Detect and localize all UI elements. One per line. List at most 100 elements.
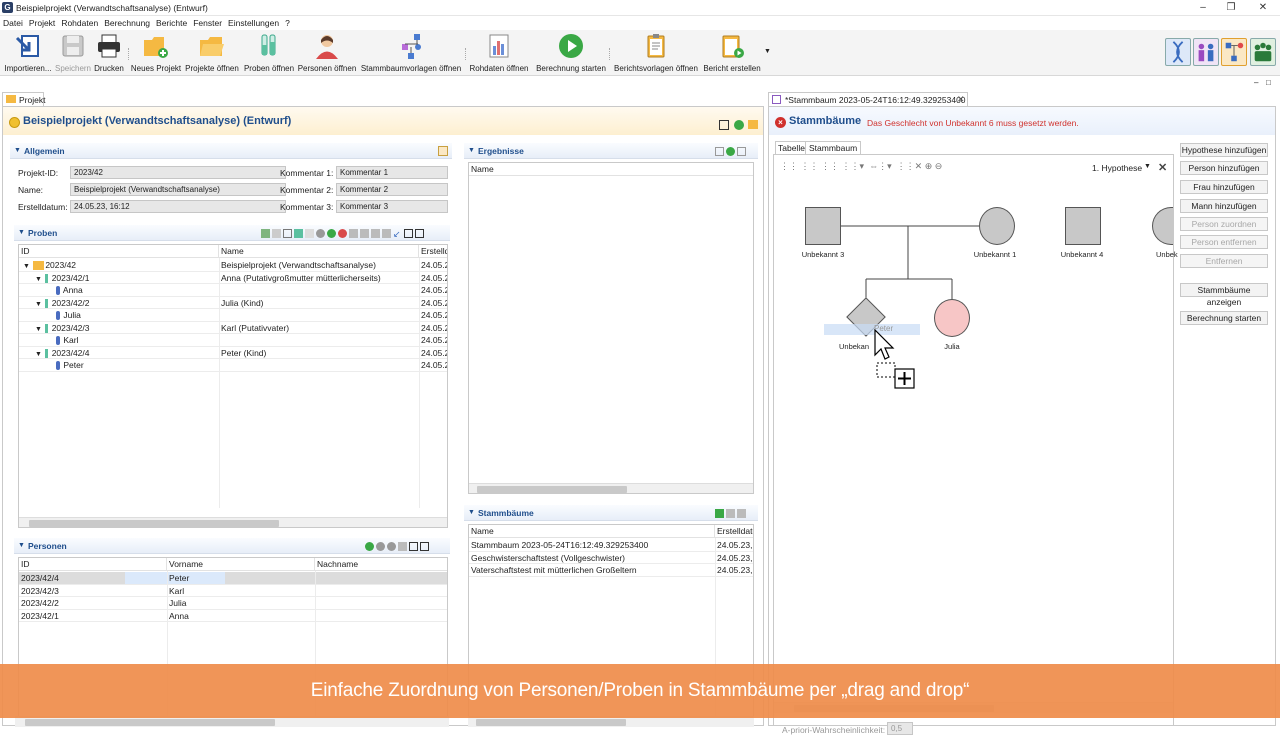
- name-field[interactable]: Beispielprojekt (Verwandtschaftsanalyse): [70, 183, 286, 196]
- perspective-persons-button[interactable]: [1193, 38, 1219, 66]
- col-id[interactable]: ID: [19, 558, 167, 571]
- perspective-dna-button[interactable]: [1165, 38, 1191, 66]
- toolbar-overflow-icon[interactable]: ▼: [764, 48, 771, 55]
- add-woman-button[interactable]: Frau hinzufügen: [1180, 180, 1268, 194]
- collapse-icon[interactable]: ▼: [35, 276, 42, 283]
- person-add-icon[interactable]: [365, 542, 374, 552]
- save-button[interactable]: Speichern: [54, 32, 92, 73]
- export-small-icon[interactable]: [415, 229, 424, 239]
- print-button[interactable]: Drucken: [92, 32, 126, 73]
- open-report-templates-button[interactable]: Berichtsvorlagen öffnen: [612, 32, 700, 73]
- add-sample-icon[interactable]: [261, 229, 270, 239]
- pedigree-canvas[interactable]: ⋮⋮ ⋮⋮ ⋮⋮ ⋮⋮▾ ⇔⋮▾ ⋮⋮✕ ⊕ ⊖ 1. Hypothese ▼ …: [773, 154, 1178, 726]
- col-name[interactable]: Name: [219, 245, 419, 258]
- col-lastname[interactable]: Nachname: [315, 558, 447, 571]
- pedigree-female-unbekannt1[interactable]: [979, 207, 1015, 245]
- maximize-button[interactable]: ❐: [1220, 1, 1242, 15]
- chart-icon[interactable]: [371, 229, 380, 239]
- scroll-thumb[interactable]: [477, 486, 627, 493]
- perspective-pedigree-button[interactable]: [1221, 38, 1247, 66]
- new-project-button[interactable]: Neues Projekt: [130, 32, 182, 73]
- general-section-header[interactable]: ▼ Allgemein: [10, 143, 452, 159]
- table-icon[interactable]: [737, 147, 746, 157]
- person-remove-icon[interactable]: [387, 542, 396, 552]
- close-tab-icon[interactable]: ✕: [957, 94, 965, 105]
- remove-icon[interactable]: [316, 229, 325, 239]
- calculate-icon[interactable]: [734, 120, 744, 130]
- menu-help[interactable]: ?: [282, 16, 293, 28]
- export-icon[interactable]: [719, 120, 729, 130]
- table-row[interactable]: Karl 24.05.23: [19, 334, 447, 347]
- collapse-icon[interactable]: ▼: [35, 301, 42, 308]
- open-rawdata-button[interactable]: Rohdaten öffnen: [468, 32, 530, 73]
- copy-icon[interactable]: [283, 229, 292, 239]
- collapse-icon[interactable]: ▼: [23, 263, 30, 270]
- export-small-icon[interactable]: [420, 542, 429, 552]
- remove-button[interactable]: Entfernen: [1180, 254, 1268, 268]
- menu-berechnung[interactable]: Berechnung: [101, 16, 153, 28]
- folder-status-icon[interactable]: [748, 120, 758, 129]
- table-row[interactable]: Vaterschaftstest mit mütterlichen Großel…: [469, 564, 753, 577]
- show-trees-button[interactable]: Stammbäume anzeigen: [1180, 283, 1268, 307]
- table-row[interactable]: Julia 24.05.23: [19, 309, 447, 322]
- perspective-groups-button[interactable]: [1250, 38, 1276, 66]
- table-row[interactable]: ▼ 2023/42 Beispielprojekt (Verwandtschaf…: [19, 259, 447, 272]
- sample-add-icon[interactable]: [294, 229, 303, 239]
- created-field[interactable]: 24.05.23, 16:12: [70, 200, 286, 213]
- tree-remove-icon[interactable]: [737, 509, 746, 519]
- tab-stammbaum-view[interactable]: Stammbaum: [805, 141, 862, 154]
- grid-alt-icon[interactable]: [382, 229, 391, 239]
- import-small-icon[interactable]: [409, 542, 418, 552]
- menu-berichte[interactable]: Berichte: [153, 16, 190, 28]
- project-id-field[interactable]: 2023/42: [70, 166, 286, 179]
- minimize-view-icon[interactable]: –: [1254, 78, 1258, 87]
- collapse-all-icon[interactable]: ↙: [393, 229, 402, 239]
- col-id[interactable]: ID: [19, 245, 219, 258]
- col-firstname[interactable]: Vorname: [167, 558, 315, 571]
- tab-projekt[interactable]: Projekt: [2, 92, 45, 106]
- tube-icon[interactable]: [305, 229, 314, 239]
- add-man-button[interactable]: Mann hinzufügen: [1180, 199, 1268, 213]
- add-hypothesis-button[interactable]: Hypothese hinzufügen: [1180, 143, 1268, 157]
- open-tree-templates-button[interactable]: Stammbaumvorlagen öffnen: [358, 32, 464, 73]
- table-row[interactable]: ▼ 2023/42/4 Peter (Kind) 24.05.23: [19, 347, 447, 359]
- add-person-button[interactable]: Person hinzufügen: [1180, 161, 1268, 175]
- pedigree-female-julia[interactable]: [934, 299, 970, 337]
- menu-projekt[interactable]: Projekt: [26, 16, 58, 28]
- table-row[interactable]: 2023/42/3 Karl: [19, 585, 447, 597]
- grid-icon[interactable]: [349, 229, 358, 239]
- comment1-field[interactable]: Kommentar 1: [336, 166, 448, 179]
- cut-icon[interactable]: [272, 229, 281, 239]
- comment2-field[interactable]: Kommentar 2: [336, 183, 448, 196]
- collapse-icon[interactable]: ▼: [35, 326, 42, 333]
- scroll-thumb[interactable]: [476, 719, 626, 726]
- open-samples-button[interactable]: Proben öffnen: [242, 32, 296, 73]
- scroll-thumb[interactable]: [25, 719, 275, 726]
- person-edit-icon[interactable]: [376, 542, 385, 552]
- tree-edit-icon[interactable]: [726, 509, 735, 519]
- col-date[interactable]: Erstelldatu: [715, 525, 753, 538]
- minimize-button[interactable]: –: [1192, 1, 1214, 15]
- col-name[interactable]: Name: [469, 525, 715, 538]
- horizontal-scrollbar[interactable]: [469, 483, 753, 493]
- edit-icon[interactable]: [438, 146, 448, 156]
- open-projects-button[interactable]: Projekte öffnen: [183, 32, 241, 73]
- maximize-view-icon[interactable]: □: [1266, 78, 1271, 87]
- import-button[interactable]: Importieren...: [4, 32, 52, 73]
- col-date[interactable]: Erstelld: [419, 245, 447, 258]
- table-row[interactable]: Anna 24.05.23: [19, 284, 447, 297]
- table-row[interactable]: 2023/42/1 Anna: [19, 610, 447, 622]
- horizontal-scrollbar[interactable]: [19, 517, 447, 527]
- add-tree-icon[interactable]: [715, 509, 724, 519]
- assign-person-button[interactable]: Person zuordnen: [1180, 217, 1268, 231]
- menu-einstellungen[interactable]: Einstellungen: [225, 16, 282, 28]
- table-row[interactable]: Stammbaum 2023-05-24T16:12:49.329253400 2…: [469, 539, 753, 552]
- person-add-icon[interactable]: [327, 229, 336, 239]
- import-small-icon[interactable]: [404, 229, 413, 239]
- table-row[interactable]: ▼ 2023/42/2 Julia (Kind) 24.05.23: [19, 297, 447, 309]
- close-button[interactable]: ✕: [1252, 1, 1274, 15]
- collapse-icon[interactable]: ▼: [35, 351, 42, 358]
- create-report-button[interactable]: Bericht erstellen: [702, 32, 762, 73]
- tab-stammbaum[interactable]: *Stammbaum 2023-05-24T16:12:49.329253400…: [768, 92, 968, 106]
- table-row[interactable]: Geschwisterschaftstest (Vollgeschwister)…: [469, 552, 753, 564]
